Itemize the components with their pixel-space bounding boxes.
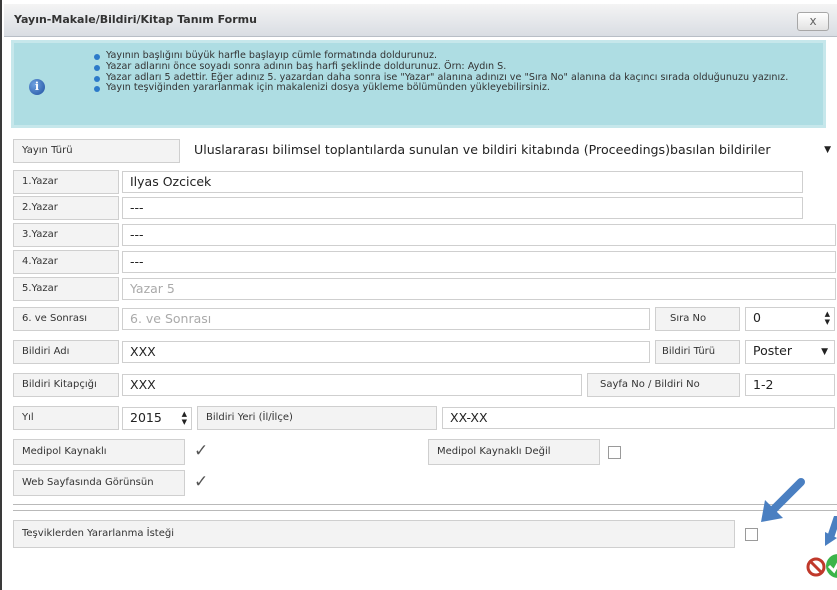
bildiri-adi-input[interactable]: XXX	[122, 341, 650, 363]
info-bullet: Yayın teşviğinden yararlanmak için makal…	[94, 83, 809, 94]
sayfa-no-label: Sayfa No / Bildiri No	[587, 373, 740, 397]
divider	[13, 510, 837, 511]
bildiri-yeri-label: Bildiri Yeri (İl/İlçe)	[197, 406, 437, 430]
tesvik-label: Teşviklerden Yararlanma İsteği	[13, 520, 735, 548]
yazar4-input[interactable]: ---	[122, 251, 836, 273]
yazar1-label: 1.Yazar	[13, 170, 119, 194]
yil-value: 2015	[130, 410, 162, 425]
pointer-arrow-icon	[761, 478, 805, 522]
yazar2-input[interactable]: ---	[122, 197, 803, 219]
stepper-arrows-icon[interactable]: ▲ ▼	[182, 410, 187, 426]
yazar3-label: 3.Yazar	[13, 223, 119, 247]
yazar6-label: 6. ve Sonrası	[13, 307, 119, 331]
bildiri-kitapcigi-input[interactable]: XXX	[122, 374, 582, 396]
yayin-turu-value: Uluslararası bilimsel toplantılarda sunu…	[194, 142, 771, 157]
bildiri-yeri-input[interactable]: XX-XX	[442, 407, 835, 429]
bildiri-adi-label: Bildiri Adı	[13, 340, 119, 364]
yazar5-input[interactable]: Yazar 5	[122, 278, 836, 300]
sira-no-value: 0	[753, 310, 761, 325]
yayin-turu-label: Yayın Türü	[13, 139, 180, 163]
sayfa-no-input[interactable]: 1-2	[745, 374, 835, 396]
web-sayfasinda-checkbox[interactable]: ✓	[194, 474, 208, 491]
info-icon: i	[29, 79, 45, 95]
yazar2-label: 2.Yazar	[13, 196, 119, 220]
yazar1-input[interactable]: Ilyas Ozcicek	[122, 171, 803, 193]
pointer-arrow-icon	[825, 516, 837, 546]
dialog-window: Yayın-Makale/Bildiri/Kitap Tanım Formu x…	[0, 0, 837, 590]
yil-label: Yıl	[13, 406, 119, 430]
yayin-turu-select[interactable]: Uluslararası bilimsel toplantılarda sunu…	[186, 140, 837, 162]
title-bar: Yayın-Makale/Bildiri/Kitap Tanım Formu x	[4, 4, 837, 37]
info-panel: i Yayının başlığını büyük harfle başlayı…	[11, 40, 826, 128]
bildiri-turu-select[interactable]: Poster ▼	[745, 340, 835, 364]
bildiri-turu-label: Bildiri Türü	[655, 340, 740, 364]
medipol-kaynakli-label: Medipol Kaynaklı	[13, 439, 185, 465]
no-entry-icon[interactable]	[806, 557, 826, 577]
bildiri-kitapcigi-label: Bildiri Kitapçığı	[13, 373, 119, 397]
medipol-kaynakli-degil-checkbox[interactable]	[608, 446, 621, 459]
web-sayfasinda-label: Web Sayfasında Görünsün	[13, 470, 185, 496]
close-button[interactable]: x	[797, 12, 829, 31]
check-circle-icon[interactable]	[825, 553, 837, 579]
divider	[13, 504, 837, 505]
sira-no-label: Sıra No	[655, 307, 740, 331]
chevron-down-icon: ▼	[824, 145, 831, 155]
yil-stepper[interactable]: 2015 ▲ ▼	[122, 407, 192, 430]
yazar6-input[interactable]: 6. ve Sonrası	[122, 308, 650, 330]
medipol-kaynakli-checkbox[interactable]: ✓	[194, 443, 208, 460]
info-list: Yayının başlığını büyük harfle başlayıp …	[94, 50, 809, 94]
tesvik-checkbox[interactable]	[745, 528, 758, 541]
dialog-title: Yayın-Makale/Bildiri/Kitap Tanım Formu	[14, 13, 257, 26]
yazar3-input[interactable]: ---	[122, 224, 836, 246]
bildiri-turu-value: Poster	[753, 343, 792, 358]
medipol-kaynakli-degil-label: Medipol Kaynaklı Değil	[428, 439, 600, 465]
yazar5-label: 5.Yazar	[13, 277, 119, 301]
info-bullet: Yazar adlarını önce soyadı sonra adının …	[94, 61, 809, 73]
yazar4-label: 4.Yazar	[13, 250, 119, 274]
stepper-arrows-icon[interactable]: ▲ ▼	[825, 310, 830, 326]
chevron-down-icon: ▼	[821, 347, 828, 357]
sira-no-stepper[interactable]: 0 ▲ ▼	[745, 307, 835, 331]
